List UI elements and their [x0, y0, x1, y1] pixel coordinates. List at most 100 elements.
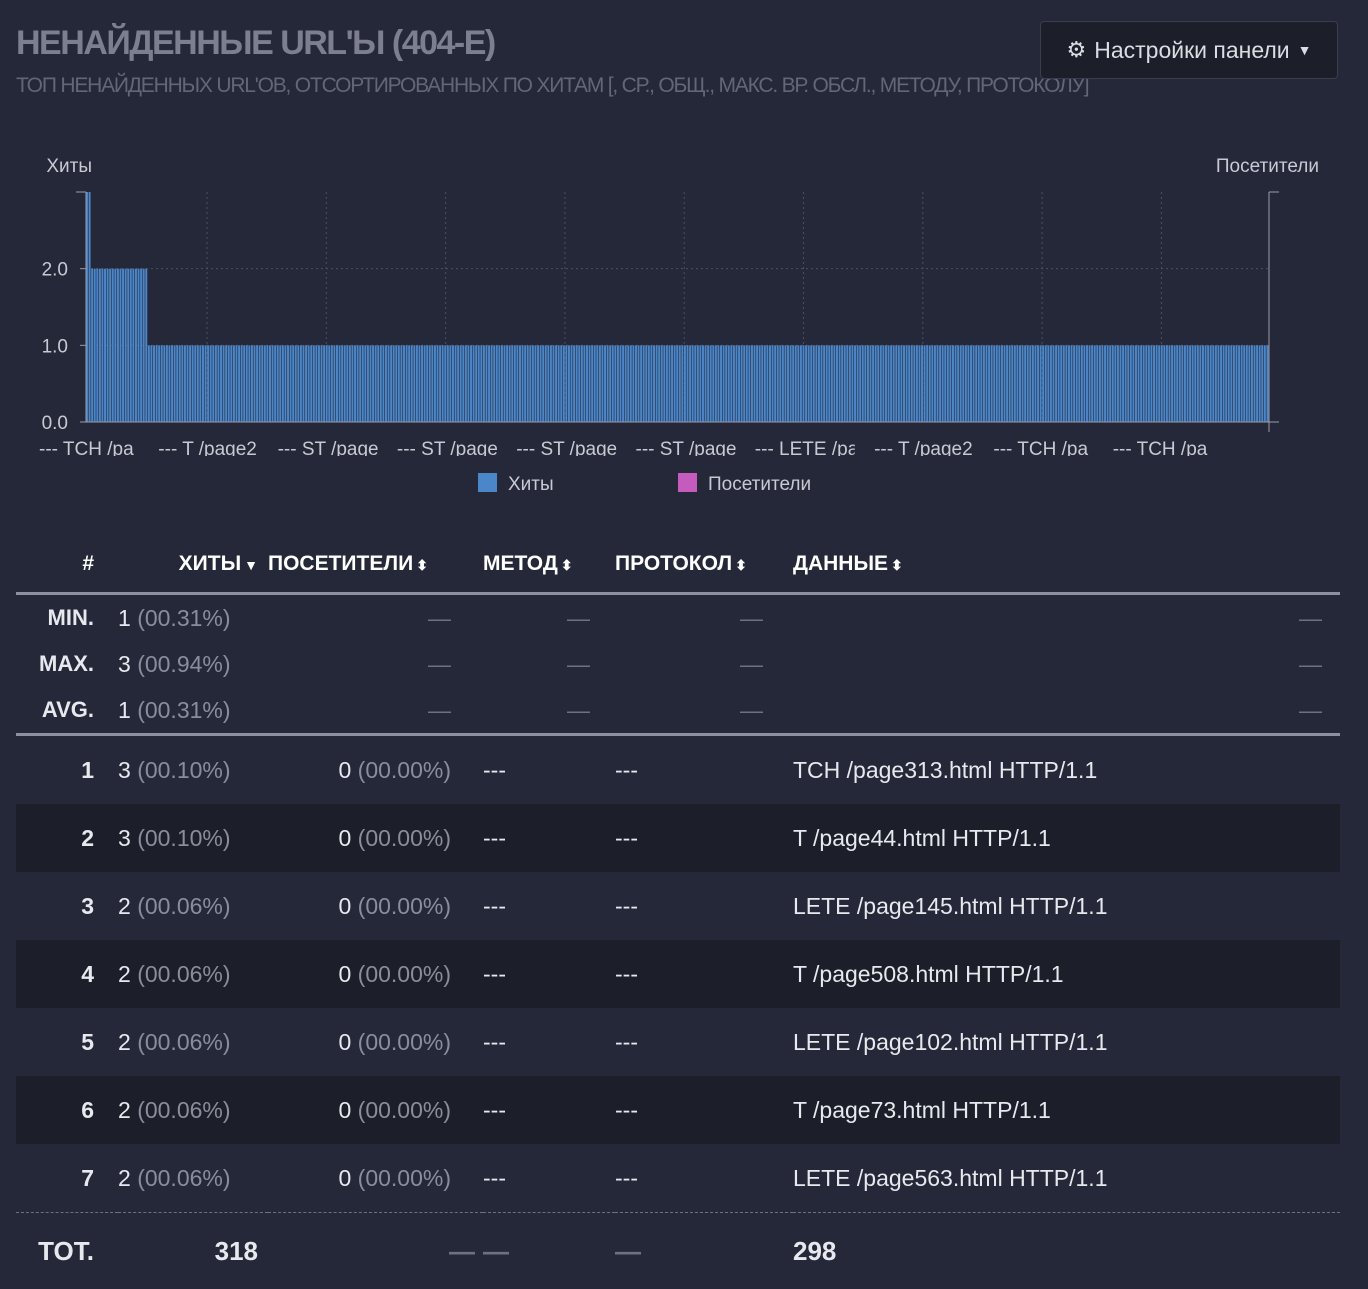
bar-hits[interactable] — [217, 345, 219, 422]
bar-hits[interactable] — [496, 345, 498, 422]
bar-hits[interactable] — [1073, 345, 1075, 422]
bar-hits[interactable] — [761, 345, 763, 422]
bar-hits[interactable] — [272, 345, 274, 422]
bar-hits[interactable] — [467, 345, 469, 422]
bar-hits[interactable] — [1055, 345, 1057, 422]
bar-hits[interactable] — [351, 345, 353, 422]
bar-hits[interactable] — [1205, 345, 1207, 422]
bar-hits[interactable] — [1197, 345, 1199, 422]
bar-hits[interactable] — [509, 345, 511, 422]
bar-hits[interactable] — [390, 345, 392, 422]
bar-hits[interactable] — [205, 345, 207, 422]
bar-hits[interactable] — [888, 345, 890, 422]
bar-hits[interactable] — [393, 345, 395, 422]
bar-hits[interactable] — [540, 345, 542, 422]
bar-hits[interactable] — [292, 345, 294, 422]
bar-hits[interactable] — [857, 345, 859, 422]
bar-hits[interactable] — [176, 345, 178, 422]
bar-hits[interactable] — [875, 345, 877, 422]
bar-hits[interactable] — [259, 345, 261, 422]
bar-hits[interactable] — [140, 269, 142, 422]
bar-hits[interactable] — [1233, 345, 1235, 422]
bar-hits[interactable] — [759, 345, 761, 422]
bar-hits[interactable] — [382, 345, 384, 422]
bar-hits[interactable] — [612, 345, 614, 422]
bar-hits[interactable] — [1145, 345, 1147, 422]
bar-hits[interactable] — [1047, 345, 1049, 422]
bar-hits[interactable] — [238, 345, 240, 422]
bar-hits[interactable] — [681, 345, 683, 422]
bar-hits[interactable] — [735, 345, 737, 422]
bar-hits[interactable] — [808, 345, 810, 422]
bar-hits[interactable] — [952, 345, 954, 422]
bar-hits[interactable] — [114, 269, 116, 422]
bar-hits[interactable] — [867, 345, 869, 422]
bar-hits[interactable] — [725, 345, 727, 422]
bar-hits[interactable] — [254, 345, 256, 422]
bar-hits[interactable] — [362, 345, 364, 422]
bar-hits[interactable] — [1071, 345, 1073, 422]
bar-hits[interactable] — [96, 269, 98, 422]
bar-hits[interactable] — [1125, 345, 1127, 422]
bar-hits[interactable] — [333, 345, 335, 422]
bar-hits[interactable] — [679, 345, 681, 422]
bar-hits[interactable] — [367, 345, 369, 422]
bar-hits[interactable] — [148, 345, 150, 422]
bar-hits[interactable] — [1207, 345, 1209, 422]
bar-hits[interactable] — [1032, 345, 1034, 422]
bar-hits[interactable] — [264, 345, 266, 422]
bar-hits[interactable] — [738, 345, 740, 422]
bar-hits[interactable] — [1135, 345, 1137, 422]
bar-hits[interactable] — [862, 345, 864, 422]
bar-hits[interactable] — [689, 345, 691, 422]
bar-hits[interactable] — [300, 345, 302, 422]
bar-hits[interactable] — [349, 345, 351, 422]
bar-hits[interactable] — [710, 345, 712, 422]
bar-hits[interactable] — [617, 345, 619, 422]
column-header-hits[interactable]: ХИТЫ▼ — [118, 536, 268, 594]
bar-hits[interactable] — [1210, 345, 1212, 422]
bar-hits[interactable] — [658, 345, 660, 422]
bar-hits[interactable] — [284, 345, 286, 422]
bar-hits[interactable] — [970, 345, 972, 422]
bar-hits[interactable] — [439, 345, 441, 422]
bar-hits[interactable] — [248, 345, 250, 422]
bar-hits[interactable] — [1001, 345, 1003, 422]
bar-hits[interactable] — [666, 345, 668, 422]
bar-hits[interactable] — [947, 345, 949, 422]
bar-hits[interactable] — [220, 345, 222, 422]
bar-hits[interactable] — [547, 345, 549, 422]
bar-hits[interactable] — [261, 345, 263, 422]
bar-hits[interactable] — [913, 345, 915, 422]
bar-hits[interactable] — [416, 345, 418, 422]
bar-hits[interactable] — [591, 345, 593, 422]
bar-hits[interactable] — [550, 345, 552, 422]
bar-hits[interactable] — [442, 345, 444, 422]
table-row[interactable]: 6 2 (00.06%) 0 (00.00%) --- --- T /page7… — [16, 1076, 1340, 1144]
bar-hits[interactable] — [800, 345, 802, 422]
bar-hits[interactable] — [302, 345, 304, 422]
bar-hits[interactable] — [581, 345, 583, 422]
bar-hits[interactable] — [924, 345, 926, 422]
bar-hits[interactable] — [1024, 345, 1026, 422]
bar-hits[interactable] — [1063, 345, 1065, 422]
bar-hits[interactable] — [514, 345, 516, 422]
bar-hits[interactable] — [918, 345, 920, 422]
bar-hits[interactable] — [243, 345, 245, 422]
bar-hits[interactable] — [1168, 345, 1170, 422]
bar-hits[interactable] — [344, 345, 346, 422]
bar-hits[interactable] — [341, 345, 343, 422]
bar-hits[interactable] — [480, 345, 482, 422]
bar-hits[interactable] — [996, 345, 998, 422]
bar-hits[interactable] — [702, 345, 704, 422]
bar-hits[interactable] — [632, 345, 634, 422]
bar-hits[interactable] — [604, 345, 606, 422]
bar-hits[interactable] — [1150, 345, 1152, 422]
bar-hits[interactable] — [743, 345, 745, 422]
bar-hits[interactable] — [1192, 345, 1194, 422]
bar-hits[interactable] — [622, 345, 624, 422]
table-row[interactable]: 2 3 (00.10%) 0 (00.00%) --- --- T /page4… — [16, 804, 1340, 872]
bar-hits[interactable] — [127, 269, 129, 422]
bar-hits[interactable] — [424, 345, 426, 422]
bar-hits[interactable] — [506, 345, 508, 422]
